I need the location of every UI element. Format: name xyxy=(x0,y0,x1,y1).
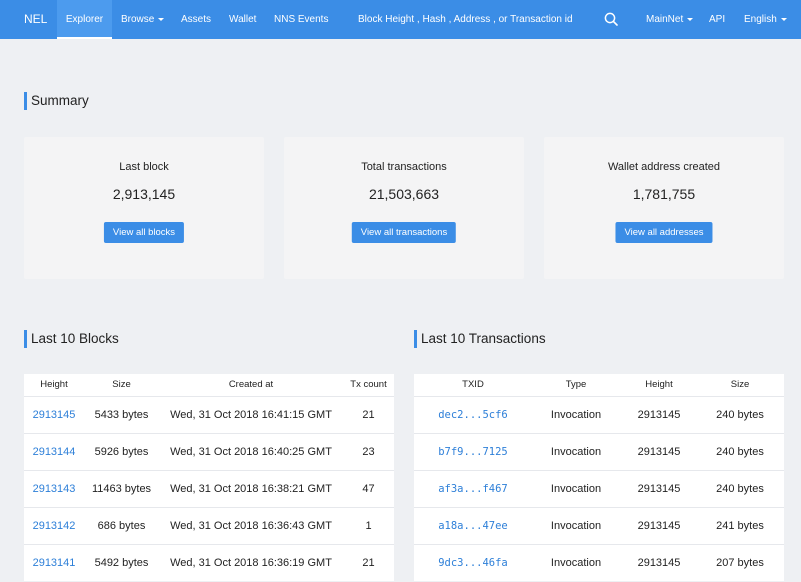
table-row: af3a...f467 Invocation 2913145 240 bytes xyxy=(414,470,784,507)
table-row: 2913142 686 bytes Wed, 31 Oct 2018 16:36… xyxy=(24,507,394,544)
tx-height: 2913145 xyxy=(637,520,681,532)
block-height-link[interactable]: 2913144 xyxy=(24,434,84,471)
blocks-table: Height Size Created at Tx count 2913145 … xyxy=(24,374,394,581)
view-all-transactions-button[interactable]: View all transactions xyxy=(351,222,457,243)
nav-browse[interactable]: Browse xyxy=(121,0,165,39)
tx-size: 240 bytes xyxy=(716,409,764,421)
caret-down-icon xyxy=(687,17,694,21)
card-value: 2,913,145 xyxy=(112,186,176,202)
view-all-blocks-button[interactable]: View all blocks xyxy=(103,222,185,243)
tx-type: Invocation xyxy=(550,483,602,495)
summary-card-addresses: Wallet address created 1,781,755 View al… xyxy=(544,137,784,279)
nav-browse-label: Browse xyxy=(121,14,155,25)
nav-api[interactable]: API xyxy=(709,0,725,39)
transactions-table: TXID Type Height Size dec2...5cf6 Invoca… xyxy=(414,374,784,581)
tx-height: 2913145 xyxy=(637,557,681,569)
language-dropdown[interactable]: English xyxy=(744,0,787,39)
block-height-link[interactable]: 2913143 xyxy=(24,471,84,508)
tx-size: 241 bytes xyxy=(716,520,764,532)
block-height-link[interactable]: 2913145 xyxy=(24,397,84,434)
tx-type: Invocation xyxy=(550,446,602,458)
block-created-at: Wed, 31 Oct 2018 16:40:25 GMT xyxy=(170,446,332,458)
table-header: Height Size Created at Tx count xyxy=(24,374,394,396)
view-all-addresses-button[interactable]: View all addresses xyxy=(615,222,713,243)
caret-down-icon xyxy=(780,17,787,21)
card-label: Total transactions xyxy=(361,161,447,173)
card-value: 1,781,755 xyxy=(632,186,696,202)
txid-link[interactable]: b7f9...7125 xyxy=(414,434,532,471)
table-row: 2913144 5926 bytes Wed, 31 Oct 2018 16:4… xyxy=(24,433,394,470)
nav-explorer[interactable]: Explorer xyxy=(57,0,112,39)
card-value: 21,503,663 xyxy=(368,186,440,202)
table-row: 2913143 11463 bytes Wed, 31 Oct 2018 16:… xyxy=(24,470,394,507)
column-header-txid: TXID xyxy=(462,379,484,390)
txid-link[interactable]: dec2...5cf6 xyxy=(414,397,532,434)
network-label: MainNet xyxy=(646,14,684,25)
table-row: 9dc3...46fa Invocation 2913145 207 bytes xyxy=(414,544,784,581)
tx-size: 240 bytes xyxy=(716,483,764,495)
blocks-title: Last 10 Blocks xyxy=(24,330,119,348)
tx-type: Invocation xyxy=(550,557,602,569)
nav-assets[interactable]: Assets xyxy=(181,0,211,39)
block-tx-count: 1 xyxy=(365,520,372,532)
block-size: 11463 bytes xyxy=(91,483,152,495)
table-row: 2913141 5492 bytes Wed, 31 Oct 2018 16:3… xyxy=(24,544,394,581)
block-tx-count: 23 xyxy=(362,446,375,458)
block-size: 5492 bytes xyxy=(94,557,149,569)
table-row: 2913145 5433 bytes Wed, 31 Oct 2018 16:4… xyxy=(24,396,394,433)
block-size: 5433 bytes xyxy=(94,409,149,421)
txid-link[interactable]: a18a...47ee xyxy=(414,508,532,545)
tx-size: 240 bytes xyxy=(716,446,764,458)
tx-height: 2913145 xyxy=(637,446,681,458)
block-created-at: Wed, 31 Oct 2018 16:38:21 GMT xyxy=(170,483,332,495)
column-header-created: Created at xyxy=(228,379,274,390)
block-created-at: Wed, 31 Oct 2018 16:36:43 GMT xyxy=(170,520,332,532)
column-header-type: Type xyxy=(565,379,587,390)
tx-height: 2913145 xyxy=(637,409,681,421)
card-label: Wallet address created xyxy=(607,161,721,173)
txid-link[interactable]: af3a...f467 xyxy=(414,471,532,508)
block-tx-count: 21 xyxy=(362,409,375,421)
column-header-height: Height xyxy=(40,379,68,390)
summary-title: Summary xyxy=(24,92,89,110)
language-label: English xyxy=(744,14,777,25)
nav-wallet[interactable]: Wallet xyxy=(229,0,256,39)
search-input[interactable]: Block Height , Hash , Address , or Trans… xyxy=(358,0,573,39)
top-navbar: NEL Explorer Browse Assets Wallet NNS Ev… xyxy=(0,0,801,39)
block-tx-count: 21 xyxy=(362,557,375,569)
summary-card-transactions: Total transactions 21,503,663 View all t… xyxy=(284,137,524,279)
column-header-tx-count: Tx count xyxy=(350,379,387,390)
column-header-size: Size xyxy=(112,379,131,390)
block-size: 686 bytes xyxy=(97,520,146,532)
block-height-link[interactable]: 2913142 xyxy=(24,508,84,545)
brand-logo[interactable]: NEL xyxy=(24,0,47,39)
column-header-height: Height xyxy=(645,379,673,390)
tx-type: Invocation xyxy=(550,520,602,532)
card-label: Last block xyxy=(119,161,169,173)
table-row: b7f9...7125 Invocation 2913145 240 bytes xyxy=(414,433,784,470)
nav-nns-events[interactable]: NNS Events xyxy=(274,0,328,39)
transactions-title: Last 10 Transactions xyxy=(414,330,546,348)
table-row: a18a...47ee Invocation 2913145 241 bytes xyxy=(414,507,784,544)
tx-type: Invocation xyxy=(550,409,602,421)
block-created-at: Wed, 31 Oct 2018 16:41:15 GMT xyxy=(170,409,332,421)
tx-size: 207 bytes xyxy=(716,557,764,569)
search-icon[interactable] xyxy=(604,12,618,26)
txid-link[interactable]: 9dc3...46fa xyxy=(414,545,532,582)
block-tx-count: 47 xyxy=(362,483,375,495)
tx-height: 2913145 xyxy=(637,483,681,495)
table-header: TXID Type Height Size xyxy=(414,374,784,396)
summary-card-blocks: Last block 2,913,145 View all blocks xyxy=(24,137,264,279)
column-header-size: Size xyxy=(730,379,750,390)
network-dropdown[interactable]: MainNet xyxy=(646,0,694,39)
block-created-at: Wed, 31 Oct 2018 16:36:19 GMT xyxy=(170,557,332,569)
block-height-link[interactable]: 2913141 xyxy=(24,545,84,582)
block-size: 5926 bytes xyxy=(94,446,149,458)
caret-down-icon xyxy=(158,17,165,21)
table-row: dec2...5cf6 Invocation 2913145 240 bytes xyxy=(414,396,784,433)
